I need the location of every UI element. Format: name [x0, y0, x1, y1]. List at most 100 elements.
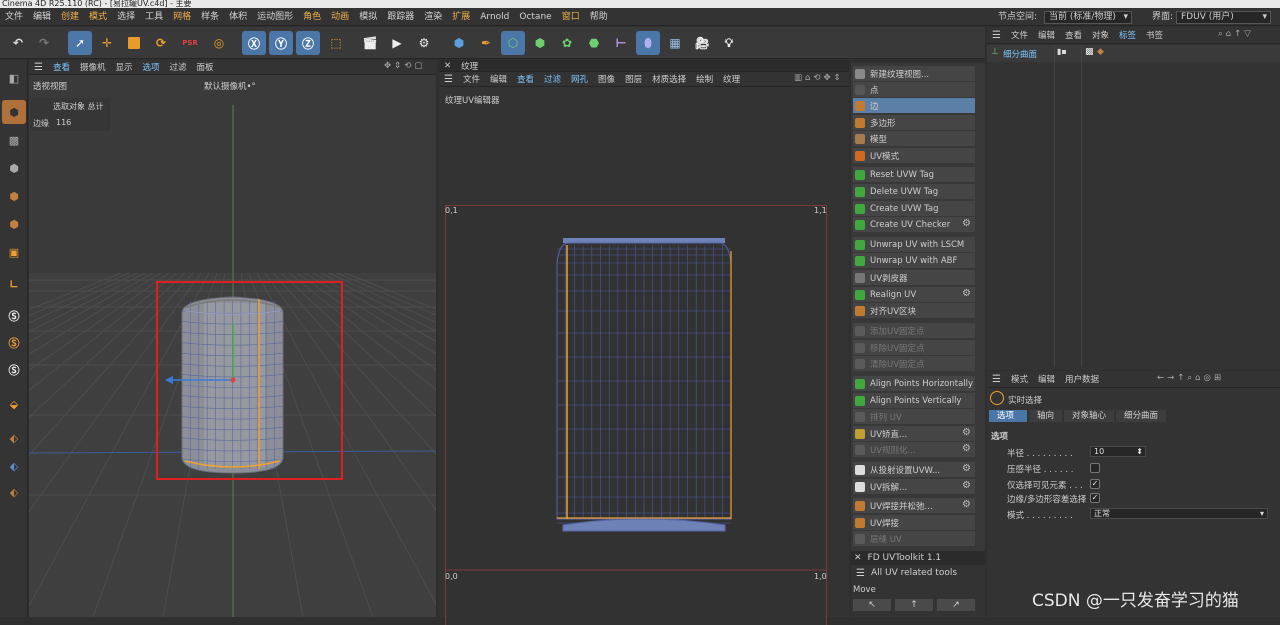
menu-item-15[interactable]: 扩展 [452, 8, 470, 26]
viewport-menu-item-3[interactable]: 选项 [143, 61, 160, 73]
light-object-button[interactable]: 💡︎ [717, 31, 741, 55]
command-item-4[interactable]: 模型 [853, 131, 975, 146]
menu-item-10[interactable]: 角色 [303, 8, 321, 26]
object-row[interactable]: ⊥ 细分曲面 ▮▪ ▩ ◆ [987, 45, 1280, 62]
command-item-21[interactable]: UV矫直... [853, 426, 975, 441]
command-item-20[interactable]: 排列 UV [853, 409, 975, 424]
attribute-tab-3[interactable]: 细分曲面 [1116, 410, 1167, 422]
attribute-tab-2[interactable]: 对象轴心 [1064, 410, 1115, 422]
scene-button[interactable]: ⬮ [636, 31, 660, 55]
lock-workplane-button[interactable]: ⬖ [2, 454, 26, 478]
command-item-26[interactable]: UV焊接 [853, 515, 975, 530]
deformer-button[interactable]: ⬣ [582, 31, 606, 55]
hamburger-icon[interactable]: ☰ [34, 62, 43, 73]
model-mode-button[interactable]: ⬢ [2, 100, 26, 124]
menu-item-13[interactable]: 跟踪器 [387, 8, 414, 26]
hamburger-icon[interactable]: ☰ [992, 374, 1001, 385]
command-item-17[interactable]: 清除UV固定点 [853, 356, 975, 371]
uv-menu-item-7[interactable]: 材质选择 [652, 73, 686, 85]
uv-canvas[interactable] [445, 205, 827, 625]
object-menu-item-0[interactable]: 文件 [1011, 29, 1028, 41]
object-menu-item-2[interactable]: 查看 [1065, 29, 1082, 41]
viewport-menu-item-2[interactable]: 显示 [116, 61, 133, 73]
tolerance-checkbox[interactable]: ✓ [1090, 493, 1100, 503]
y-axis-lock-button[interactable]: Ⓨ [269, 31, 293, 55]
workplane-button[interactable]: ⬙ [2, 392, 26, 416]
visibility-dots-icon[interactable]: ▮▪ [1057, 47, 1067, 56]
radius-input[interactable]: 10 ⬍ [1090, 446, 1146, 457]
gear-icon[interactable]: ⚙ [962, 463, 971, 474]
uv-mode-button[interactable]: ▣ [2, 240, 26, 264]
command-item-7[interactable]: Delete UVW Tag [853, 184, 975, 199]
hamburger-icon[interactable]: ☰ [856, 568, 865, 579]
menu-item-4[interactable]: 选择 [117, 8, 135, 26]
object-menu-item-1[interactable]: 编辑 [1038, 29, 1055, 41]
object-manager-tool-icons[interactable]: ⌕⌂↑▽ [1218, 29, 1254, 39]
command-item-27[interactable]: 层缝 UV [853, 531, 975, 546]
viewport-menu-item-4[interactable]: 过滤 [170, 61, 187, 73]
menu-item-7[interactable]: 样条 [201, 8, 219, 26]
uv-menu-item-2[interactable]: 查看 [517, 73, 534, 85]
uv-menu-item-6[interactable]: 图层 [625, 73, 642, 85]
command-item-11[interactable]: Unwrap UV with ABF [853, 253, 975, 268]
uv-menu-item-8[interactable]: 绘制 [696, 73, 713, 85]
grid-button[interactable]: ⬖ [2, 426, 26, 450]
points-mode-button[interactable]: ⬢ [2, 156, 26, 180]
attribute-menu-item-0[interactable]: 模式 [1011, 373, 1028, 385]
snap-settings-button[interactable]: Ⓢ [2, 331, 26, 355]
field-button[interactable]: ⊢ [609, 31, 633, 55]
make-editable-button[interactable]: ◧ [2, 66, 26, 90]
attribute-tab-1[interactable]: 轴向 [1029, 410, 1063, 422]
scale-tool-button[interactable] [122, 31, 146, 55]
object-menu-item-5[interactable]: 书签 [1146, 29, 1163, 41]
mograph-cloner-button[interactable]: ✿ [555, 31, 579, 55]
gear-icon[interactable]: ⚙ [962, 480, 971, 491]
recent-tool-button[interactable]: ◎ [207, 31, 231, 55]
viewport-nav-icons[interactable]: ✥⇕⟲▢ [384, 61, 425, 71]
uv-menu-item-9[interactable]: 纹理 [723, 73, 740, 85]
edges-mode-button[interactable]: ⬢ [2, 184, 26, 208]
visible-only-checkbox[interactable]: ✓ [1090, 479, 1100, 489]
extrude-button[interactable]: ⬢ [528, 31, 552, 55]
command-item-5[interactable]: UV模式 [853, 148, 975, 163]
command-item-12[interactable]: UV剥皮器 [853, 270, 975, 285]
command-item-13[interactable]: Realign UV [853, 287, 975, 302]
uv-menu-item-4[interactable]: 网孔 [571, 73, 588, 85]
uv-nav-icons[interactable]: ▥⌂⟲✥⇕ [794, 73, 844, 83]
uvw-tag-icon[interactable]: ▩ [1085, 47, 1094, 57]
command-item-24[interactable]: UV拆解... [853, 479, 975, 494]
polygons-mode-button[interactable]: ⬢ [2, 212, 26, 236]
uv-menu-item-1[interactable]: 编辑 [490, 73, 507, 85]
snap-button[interactable]: Ⓢ [2, 304, 26, 328]
viewport-menu-item-0[interactable]: 查看 [53, 61, 70, 73]
menu-item-5[interactable]: 工具 [145, 8, 163, 26]
uv-menu-item-3[interactable]: 过滤 [544, 73, 561, 85]
gear-icon[interactable]: ⚙ [962, 443, 971, 454]
hamburger-icon[interactable]: ☰ [992, 30, 1001, 41]
rotate-tool-button[interactable]: ⟳ [149, 31, 173, 55]
viewport-menu-item-1[interactable]: 摄像机 [80, 61, 106, 73]
menu-item-17[interactable]: Octane [519, 8, 551, 26]
axis-mode-button[interactable]: ∟ [2, 272, 26, 296]
material-tag-icon[interactable]: ◆ [1097, 47, 1104, 57]
command-item-23[interactable]: 从投射设置UVW... [853, 462, 975, 477]
gear-icon[interactable]: ⚙ [962, 499, 971, 510]
close-icon[interactable]: ✕ [444, 61, 451, 71]
viewport-canvas[interactable]: 透视视图 默认摄像机•° 选取对象 总计 边缘 116 [29, 75, 436, 617]
psr-button[interactable]: PSR [178, 31, 202, 55]
attribute-nav-icons[interactable]: ←→↑⌕⌂◎⊞ [1157, 373, 1224, 383]
menu-item-1[interactable]: 编辑 [33, 8, 51, 26]
command-item-1[interactable]: 点 [853, 82, 975, 97]
menu-item-0[interactable]: 文件 [5, 8, 23, 26]
menu-item-3[interactable]: 模式 [89, 8, 107, 26]
hamburger-icon[interactable]: ☰ [444, 74, 453, 85]
gear-icon[interactable]: ⚙ [962, 427, 971, 438]
gear-icon[interactable]: ⚙ [962, 218, 971, 229]
command-item-6[interactable]: Reset UVW Tag [853, 167, 975, 182]
command-item-2[interactable]: 边 [853, 98, 975, 113]
move-right-button[interactable]: ↗ [937, 599, 975, 611]
uv-menu-item-5[interactable]: 图像 [598, 73, 615, 85]
menu-item-8[interactable]: 体积 [229, 8, 247, 26]
menu-item-9[interactable]: 运动图形 [257, 8, 293, 26]
viewport-menu-item-5[interactable]: 面板 [197, 61, 214, 73]
